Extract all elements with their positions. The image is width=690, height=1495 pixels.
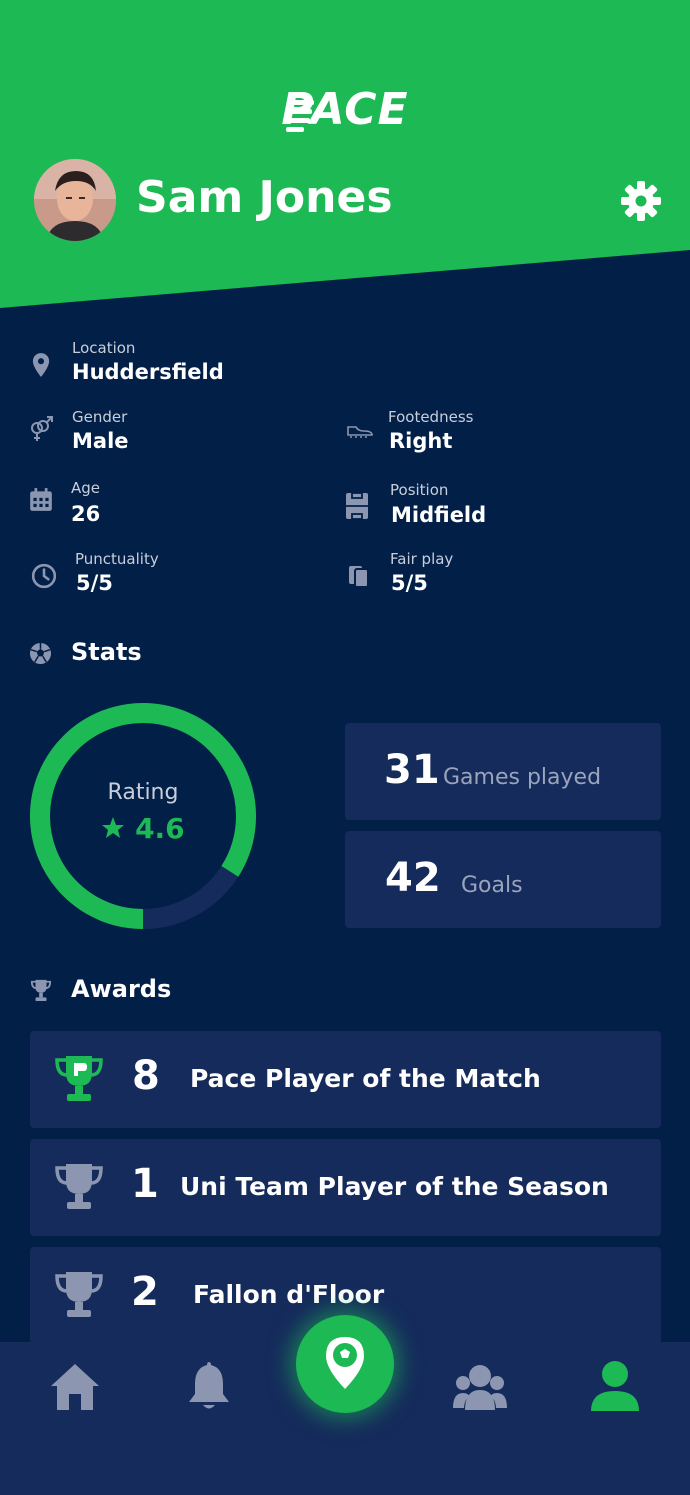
- award-card-uni-team[interactable]: 1 Uni Team Player of the Season: [30, 1139, 661, 1236]
- gender-value: Male: [72, 429, 129, 453]
- footedness-value: Right: [389, 429, 453, 453]
- star-icon: [102, 817, 125, 838]
- award-name: Uni Team Player of the Season: [180, 1172, 609, 1201]
- position-label: Position: [390, 481, 449, 499]
- punctuality-value: 5/5: [76, 571, 113, 595]
- gender-icon: [31, 416, 53, 441]
- location-label: Location: [72, 339, 136, 357]
- fair-play-label: Fair play: [390, 550, 454, 568]
- games-played-label: Games played: [443, 765, 602, 790]
- awards-title: Awards: [71, 975, 172, 1003]
- bell-icon[interactable]: [181, 1358, 237, 1414]
- football-boot-icon: [347, 426, 373, 438]
- header-background: [0, 0, 690, 308]
- profile-name: Sam Jones: [136, 172, 393, 223]
- avatar[interactable]: [34, 159, 116, 241]
- award-count: 8: [132, 1053, 160, 1099]
- trophy-icon: [55, 1164, 103, 1209]
- fair-play-value: 5/5: [391, 571, 428, 595]
- games-played-number: 31: [384, 747, 440, 793]
- stat-card-goals[interactable]: 42 Goals: [345, 831, 661, 928]
- trophy-icon: [55, 1272, 103, 1317]
- calendar-icon: [30, 488, 52, 511]
- award-count: 2: [131, 1269, 159, 1315]
- stat-card-games[interactable]: 31 Games played: [345, 723, 661, 820]
- gender-label: Gender: [72, 408, 128, 426]
- pitch-icon: [346, 492, 368, 520]
- goals-label: Goals: [461, 873, 523, 898]
- profile-header: [0, 0, 690, 310]
- pace-trophy-icon: [55, 1056, 103, 1101]
- location-value: Huddersfield: [72, 360, 224, 384]
- award-name: Pace Player of the Match: [190, 1064, 541, 1093]
- rating-label: Rating: [107, 780, 179, 805]
- clock-icon: [31, 563, 57, 589]
- football-icon: [29, 642, 52, 665]
- punctuality-label: Punctuality: [75, 550, 159, 568]
- gear-icon[interactable]: [620, 180, 662, 222]
- home-icon[interactable]: [47, 1358, 103, 1414]
- rating-value: 4.6: [30, 812, 256, 845]
- award-name: Fallon d'Floor: [193, 1280, 385, 1309]
- age-label: Age: [71, 479, 101, 497]
- cards-icon: [349, 566, 369, 588]
- play-button[interactable]: [296, 1315, 394, 1413]
- trophy-small-icon: [30, 979, 52, 1001]
- stats-title: Stats: [71, 638, 142, 666]
- map-football-icon: [326, 1337, 364, 1389]
- map-pin-icon: [32, 353, 50, 377]
- footedness-label: Footedness: [388, 408, 474, 426]
- app-logo: PACE: [281, 84, 409, 135]
- team-icon[interactable]: [452, 1358, 508, 1414]
- goals-number: 42: [385, 855, 441, 901]
- award-count: 1: [131, 1161, 159, 1207]
- profile-icon[interactable]: [587, 1358, 643, 1414]
- age-value: 26: [71, 502, 101, 526]
- position-value: Midfield: [391, 503, 487, 527]
- award-card-pace-potm[interactable]: 8 Pace Player of the Match: [30, 1031, 661, 1128]
- rating-number: 4.6: [135, 812, 185, 845]
